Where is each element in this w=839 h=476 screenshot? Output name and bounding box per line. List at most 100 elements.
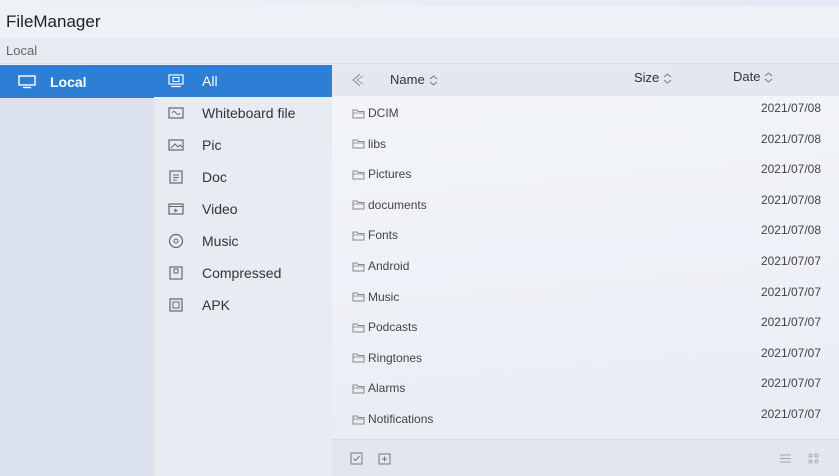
- file-name: Alarms: [368, 381, 406, 396]
- file-name-cell: Alarms: [352, 381, 405, 395]
- file-name-cell: libs: [352, 137, 386, 151]
- all-files-icon: [168, 73, 184, 89]
- file-name-cell: documents: [352, 198, 427, 212]
- folder-icon: [352, 384, 365, 394]
- column-header-label: Date: [733, 69, 761, 84]
- monitor-icon: [18, 74, 36, 89]
- category-label: Music: [202, 233, 239, 249]
- whiteboard-icon: [168, 105, 184, 121]
- file-date: 2021/07/08: [760, 101, 821, 115]
- picture-icon: [168, 137, 184, 153]
- category-pic[interactable]: Pic: [154, 129, 332, 161]
- file-name: Music: [368, 289, 400, 304]
- folder-icon: [352, 170, 365, 180]
- file-name-cell: Ringtones: [352, 351, 422, 365]
- file-date: 2021/07/07: [760, 315, 821, 330]
- table-row[interactable]: Podcasts 2021/07/07: [332, 312, 839, 342]
- grid-view-icon[interactable]: [807, 452, 820, 465]
- folder-icon: [352, 292, 365, 302]
- file-name-cell: Pictures: [352, 167, 411, 181]
- column-header-label: Size: [634, 70, 660, 85]
- sort-icon: [663, 73, 672, 84]
- category-label: Doc: [202, 169, 227, 185]
- table-row[interactable]: Ringtones 2021/07/07: [332, 343, 839, 373]
- file-name: Pictures: [368, 167, 412, 182]
- folder-icon: [352, 231, 365, 241]
- column-header-date[interactable]: Date: [733, 69, 773, 84]
- category-list: All Whiteboard file Pic Doc Video Music …: [154, 65, 332, 476]
- folder-icon: [352, 415, 365, 424]
- file-name: Ringtones: [368, 350, 423, 365]
- sidebar-item-label: Local: [50, 73, 87, 90]
- table-row[interactable]: documents 2021/07/08: [332, 190, 839, 220]
- category-label: All: [202, 73, 218, 89]
- file-name: documents: [368, 197, 427, 212]
- sort-icon: [765, 72, 773, 83]
- file-name-cell: Podcasts: [352, 320, 417, 334]
- table-row[interactable]: Notifications 2021/07/07: [332, 404, 839, 434]
- file-list-header: Name Size Date: [332, 65, 839, 96]
- file-name: Notifications: [368, 412, 434, 426]
- file-name: Android: [368, 259, 410, 273]
- category-apk[interactable]: APK: [154, 289, 332, 321]
- file-date: 2021/07/08: [760, 192, 821, 207]
- category-whiteboard[interactable]: Whiteboard file: [154, 97, 332, 129]
- file-name-cell: Android: [352, 259, 409, 273]
- file-list-footer: [332, 439, 839, 476]
- file-name: Fonts: [368, 228, 399, 243]
- table-row[interactable]: Fonts 2021/07/08: [332, 220, 839, 250]
- category-label: Pic: [202, 137, 222, 153]
- file-date: 2021/07/07: [760, 345, 821, 360]
- table-row[interactable]: Android 2021/07/07: [332, 251, 839, 281]
- folder-icon: [352, 139, 365, 149]
- folder-icon: [352, 262, 365, 271]
- column-header-name[interactable]: Name: [390, 72, 438, 87]
- category-label: APK: [202, 297, 231, 313]
- back-icon[interactable]: [350, 72, 364, 88]
- file-name-cell: Notifications: [352, 412, 433, 426]
- file-date: 2021/07/07: [760, 407, 821, 421]
- file-date: 2021/07/08: [760, 131, 821, 146]
- document-icon: [168, 169, 184, 185]
- category-label: Video: [202, 201, 238, 217]
- archive-icon: [168, 265, 184, 281]
- folder-icon: [352, 353, 365, 363]
- file-manager-screen: FileManager Local Local All Whiteboard f…: [0, 0, 839, 476]
- file-name-cell: Music: [352, 290, 399, 304]
- column-header-size[interactable]: Size: [634, 70, 672, 85]
- table-row[interactable]: libs 2021/07/08: [332, 129, 839, 159]
- table-row[interactable]: Pictures 2021/07/08: [332, 159, 839, 189]
- file-date: 2021/07/07: [760, 376, 821, 391]
- sidebar-item-local[interactable]: Local: [0, 65, 154, 98]
- file-name: libs: [368, 136, 387, 151]
- column-header-label: Name: [390, 72, 425, 87]
- file-date: 2021/07/08: [760, 223, 821, 238]
- category-compressed[interactable]: Compressed: [154, 257, 332, 289]
- file-name-cell: Fonts: [352, 228, 398, 242]
- folder-icon: [352, 323, 365, 333]
- file-name: DCIM: [368, 106, 399, 120]
- file-date: 2021/07/07: [760, 254, 821, 268]
- sort-icon: [429, 75, 438, 86]
- category-doc[interactable]: Doc: [154, 161, 332, 193]
- app-title: FileManager: [0, 6, 839, 38]
- list-view-icon[interactable]: [779, 452, 792, 465]
- category-video[interactable]: Video: [154, 193, 332, 225]
- category-music[interactable]: Music: [154, 225, 332, 257]
- file-date: 2021/07/08: [760, 162, 821, 177]
- file-name: Podcasts: [368, 320, 418, 335]
- file-name-cell: DCIM: [352, 106, 399, 120]
- table-row[interactable]: DCIM 2021/07/08: [332, 98, 839, 128]
- breadcrumb[interactable]: Local: [0, 38, 839, 64]
- folder-icon: [352, 200, 365, 210]
- new-folder-icon[interactable]: [378, 452, 391, 465]
- table-row[interactable]: Music 2021/07/07: [332, 282, 839, 312]
- table-row[interactable]: Alarms 2021/07/07: [332, 373, 839, 403]
- apk-icon: [168, 297, 184, 313]
- folder-icon: [352, 109, 365, 118]
- music-icon: [168, 233, 184, 249]
- select-all-icon[interactable]: [350, 452, 363, 465]
- file-date: 2021/07/07: [760, 284, 821, 299]
- category-all[interactable]: All: [154, 65, 332, 97]
- category-label: Whiteboard file: [202, 105, 296, 121]
